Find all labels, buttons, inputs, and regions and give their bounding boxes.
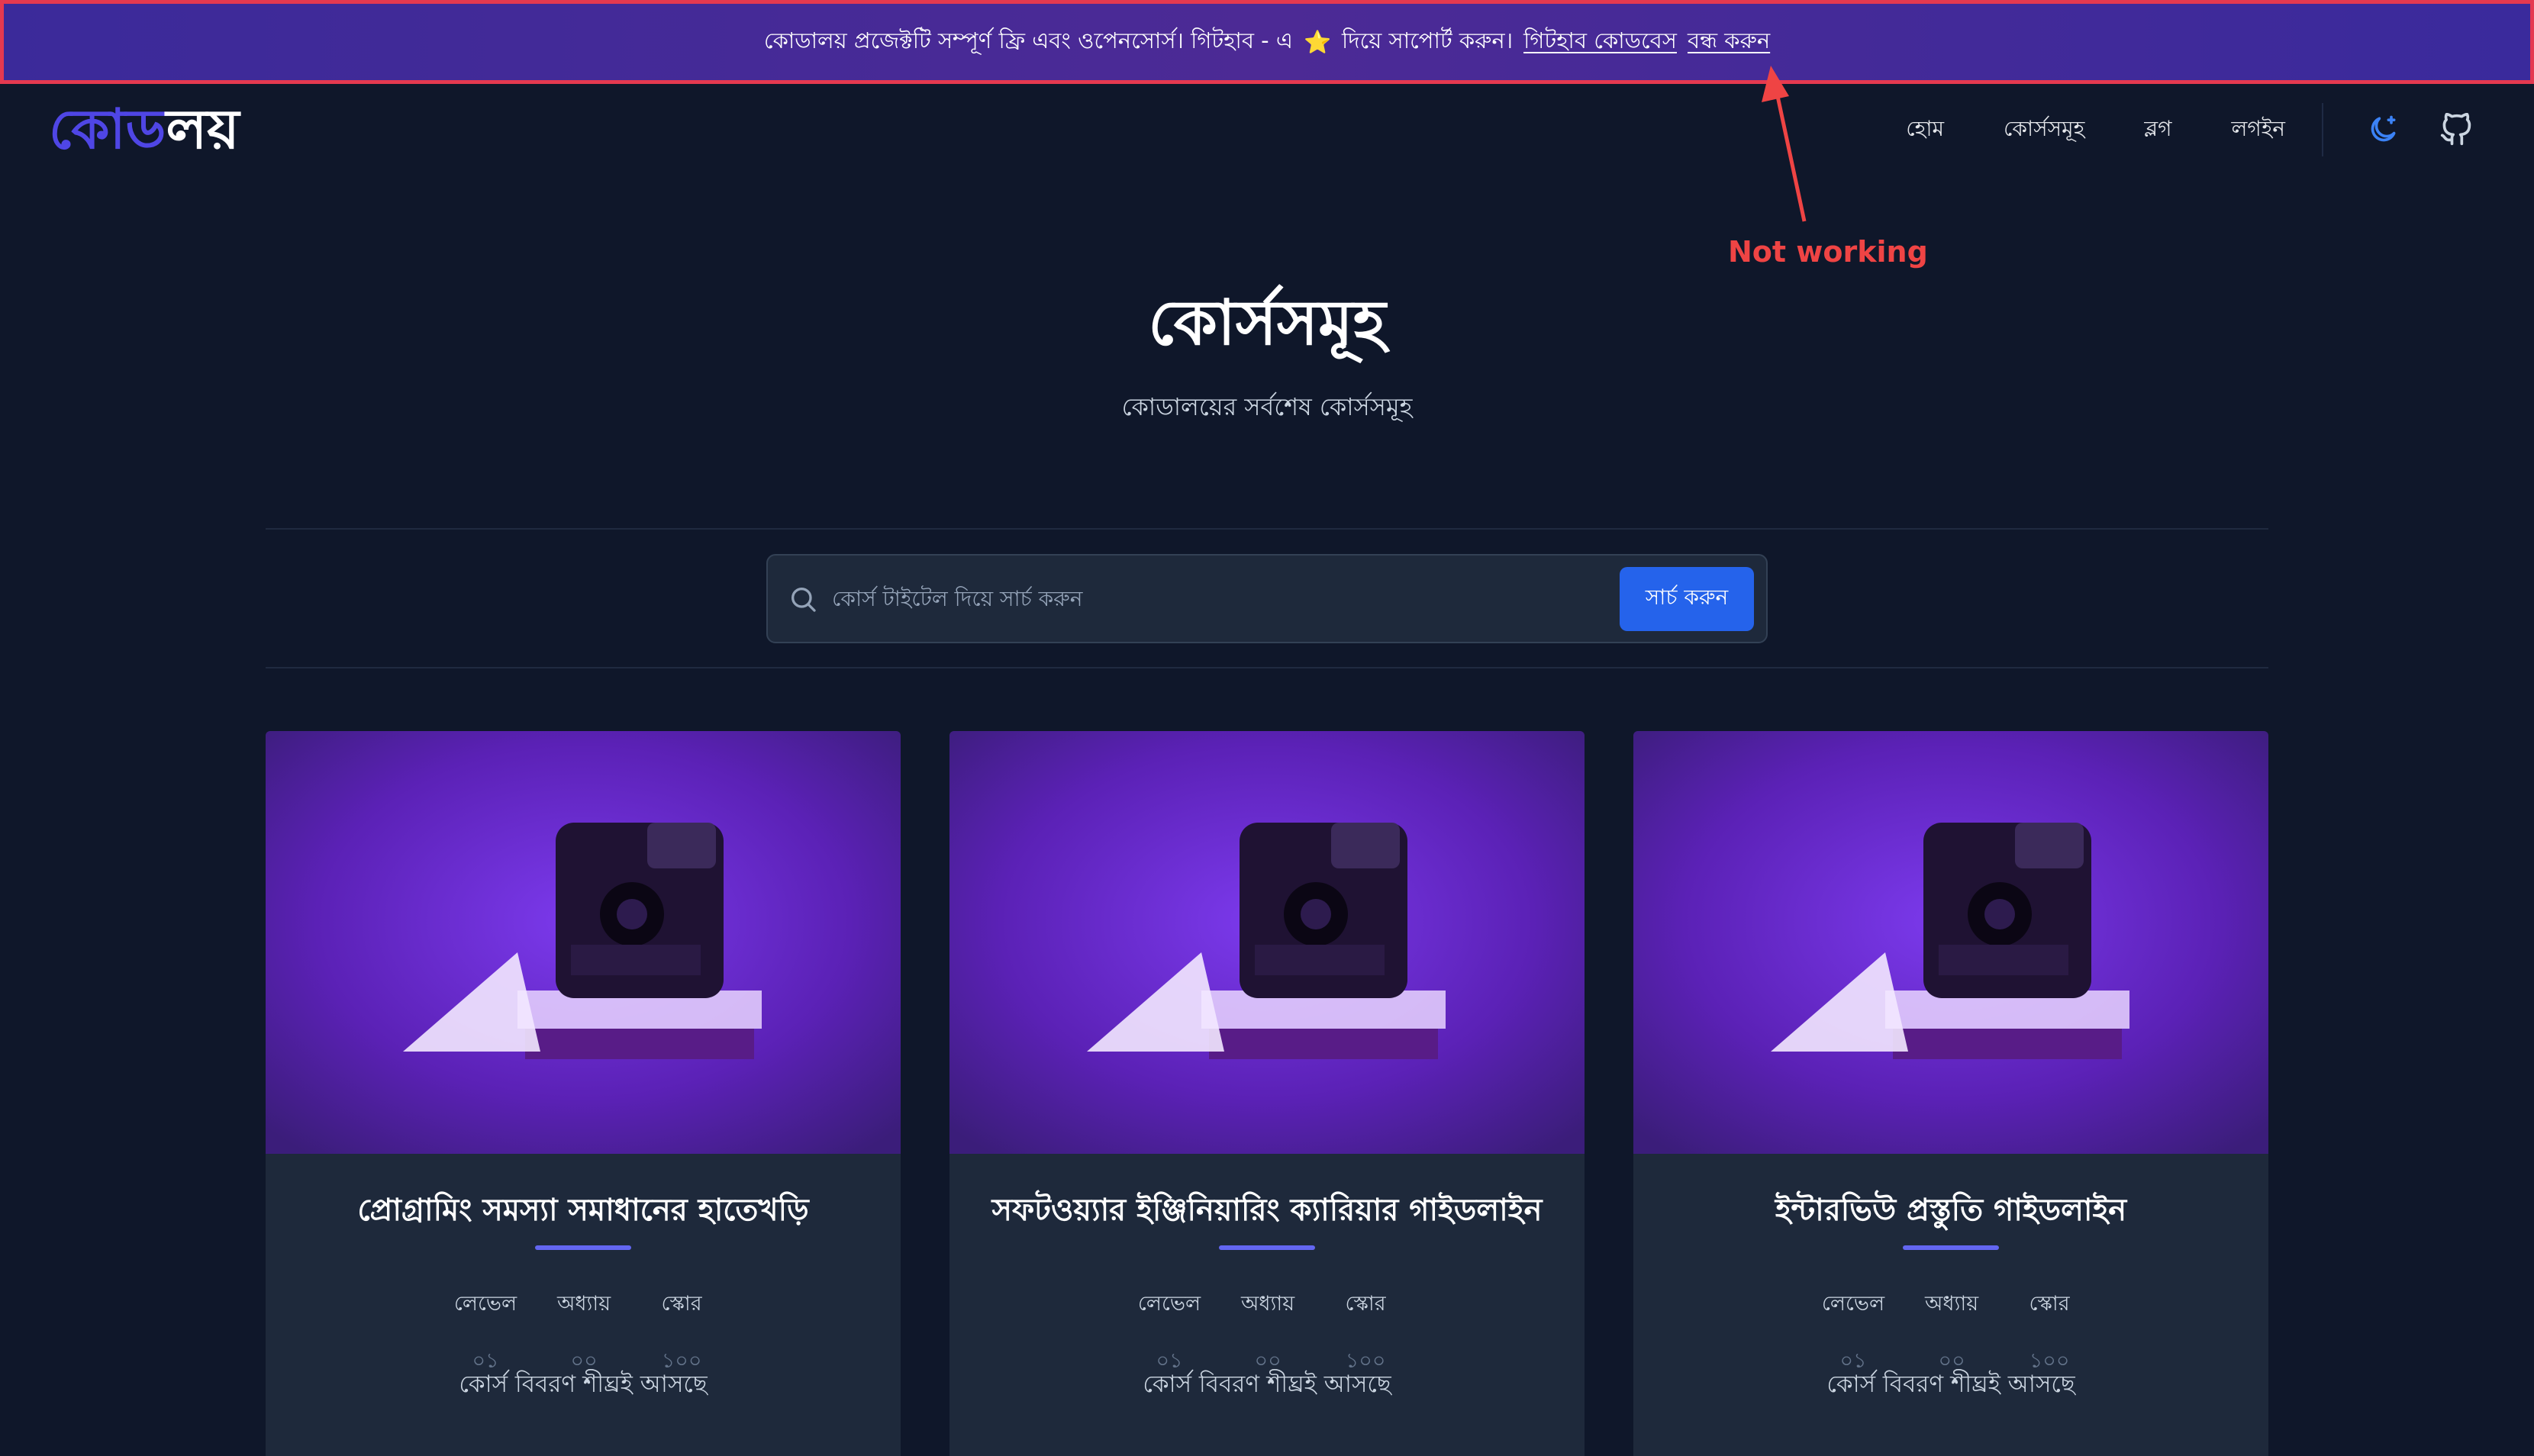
page-title: কোর্সসমূহ: [1148, 287, 1386, 359]
nav-login[interactable]: লগইন: [2232, 112, 2286, 148]
logo-part-2: লয়: [166, 97, 240, 161]
search-bar: সার্চ করুন: [766, 554, 1768, 643]
course-title[interactable]: ইন্টারভিউ প্রস্তুতি গাইডলাইন: [1633, 1186, 2268, 1237]
course-thumbnail: [266, 731, 901, 1154]
divider-top: [266, 528, 2268, 530]
search-icon: [788, 584, 818, 614]
stat-label: স্কোর: [2029, 1292, 2070, 1316]
star-icon: ⭐: [1303, 28, 1332, 55]
stat-label: স্কোর: [1345, 1292, 1386, 1316]
logo-part-1: কোড: [49, 97, 166, 161]
stat-label: লেভেল: [1821, 1292, 1885, 1316]
announcement-banner: কোডালয় প্রজেক্টটি সম্পূর্ণ ফ্রি এবং ওপে…: [0, 0, 2534, 84]
github-icon[interactable]: [2435, 108, 2478, 151]
course-card[interactable]: প্রোগ্রামিং সমস্যা সমাধানের হাতেখড়ি লেভ…: [266, 731, 901, 1456]
main-nav: হোম কোর্সসমূহ ব্লগ লগইন: [1906, 84, 2534, 176]
banner-close-link[interactable]: বন্ধ করুন: [1688, 24, 1770, 61]
page-subtitle: কোডালয়ের সর্বশেষ কোর্সসমূহ: [1121, 392, 1413, 421]
nav-blog[interactable]: ব্লগ: [2144, 112, 2171, 148]
course-card[interactable]: সফটওয়্যার ইঞ্জিনিয়ারিং ক্যারিয়ার গাইড…: [949, 731, 1585, 1456]
banner-message-tail: দিয়ে সাপোর্ট করুন।: [1342, 27, 1514, 53]
title-underline: [1903, 1245, 1999, 1250]
title-underline: [535, 1245, 631, 1250]
moon-star-icon[interactable]: [2362, 108, 2404, 151]
course-description: কোর্স বিবরণ শীঘ্রই আসছে: [1143, 1371, 1391, 1398]
course-title[interactable]: সফটওয়্যার ইঞ্জিনিয়ারিং ক্যারিয়ার গাইড…: [949, 1186, 1585, 1237]
stat-label: অধ্যায়: [1925, 1292, 1979, 1316]
search-button[interactable]: সার্চ করুন: [1620, 566, 1754, 631]
course-description: কোর্স বিবরণ শীঘ্রই আসছে: [1826, 1371, 2075, 1398]
course-description: কোর্স বিবরণ শীঘ্রই আসছে: [459, 1371, 708, 1398]
stat-label: অধ্যায়: [557, 1292, 611, 1316]
banner-message: কোডালয় প্রজেক্টটি সম্পূর্ণ ফ্রি এবং ওপে…: [763, 27, 1293, 53]
stat-label: স্কোর: [661, 1292, 702, 1316]
course-thumbnail: [1633, 731, 2268, 1154]
stat-label: লেভেল: [1137, 1292, 1201, 1316]
stat-label: লেভেল: [453, 1292, 517, 1316]
site-logo[interactable]: কোড লয়: [49, 97, 240, 168]
course-title[interactable]: প্রোগ্রামিং সমস্যা সমাধানের হাতেখড়ি: [266, 1186, 901, 1237]
nav-courses[interactable]: কোর্সসমূহ: [2004, 112, 2084, 148]
nav-home[interactable]: হোম: [1906, 112, 1944, 148]
nav-divider: [2322, 103, 2323, 156]
site-header: কোড লয় হোম কোর্সসমূহ ব্লগ লগইন: [0, 84, 2534, 176]
divider-bottom: [266, 667, 2268, 668]
title-underline: [1219, 1245, 1315, 1250]
stat-label: অধ্যায়: [1241, 1292, 1295, 1316]
course-card[interactable]: ইন্টারভিউ প্রস্তুতি গাইডলাইন লেভেল ০১ অধ…: [1633, 731, 2268, 1456]
course-thumbnail: [949, 731, 1585, 1154]
annotation-text: Not working: [1728, 235, 1928, 269]
github-codebase-link[interactable]: গিটহাব কোডবেস: [1523, 24, 1677, 61]
search-input[interactable]: [832, 575, 1620, 622]
